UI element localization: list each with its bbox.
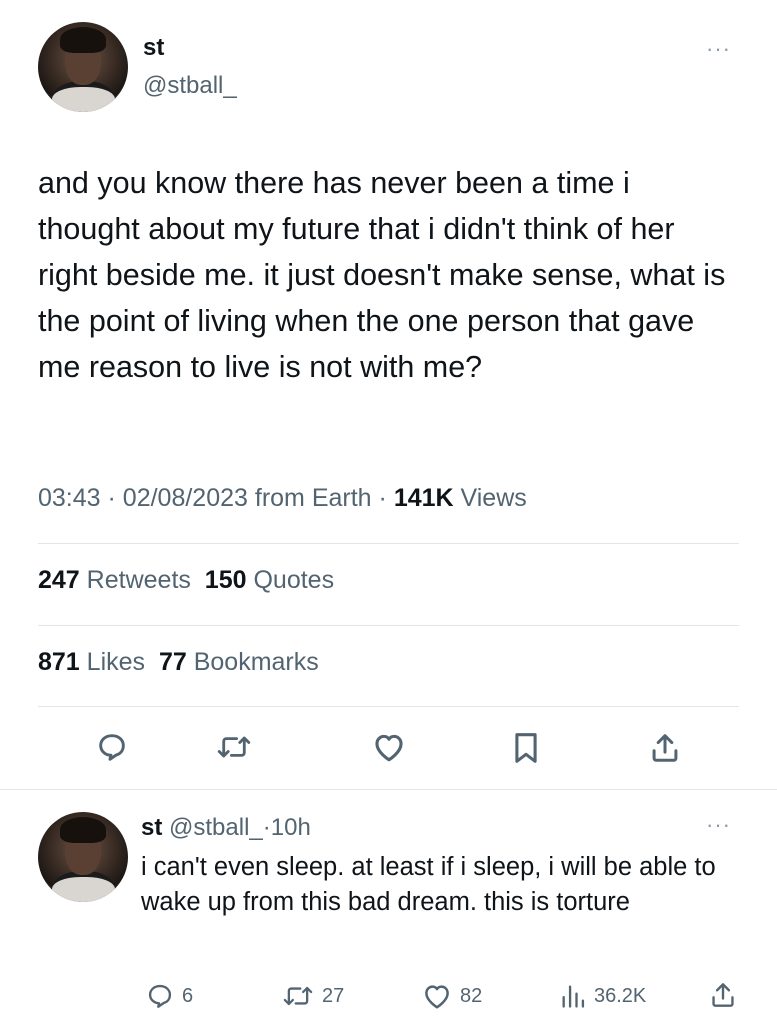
views-count: 141K bbox=[393, 484, 454, 512]
heart-icon bbox=[425, 985, 449, 1009]
views-count: 36.2K bbox=[594, 984, 647, 1007]
bookmark-icon bbox=[515, 733, 537, 763]
reply-button[interactable] bbox=[96, 731, 128, 763]
retweet-button[interactable] bbox=[216, 731, 252, 763]
share-upload-icon bbox=[712, 983, 734, 1007]
retweet-count: 27 bbox=[322, 984, 345, 1007]
author-name[interactable]: st bbox=[141, 814, 162, 841]
bookmark-button[interactable] bbox=[512, 731, 540, 765]
tweet-meta: 03:43 · 02/08/2023 from Earth · 141K Vie… bbox=[38, 484, 527, 512]
share-button[interactable] bbox=[710, 980, 736, 1010]
views-button[interactable]: 36.2K bbox=[560, 982, 646, 1010]
divider bbox=[38, 625, 739, 626]
reply-time[interactable]: 10h bbox=[271, 814, 311, 841]
tweet-date[interactable]: 02/08/2023 bbox=[123, 484, 248, 512]
retweet-arrows-icon bbox=[217, 736, 251, 758]
more-options-icon[interactable]: ··· bbox=[706, 812, 731, 838]
bar-chart-icon bbox=[562, 985, 585, 1008]
more-options-icon[interactable]: ··· bbox=[706, 36, 731, 62]
author-handle[interactable]: @stball_ bbox=[169, 814, 263, 841]
avatar[interactable] bbox=[38, 22, 128, 112]
retweet-arrows-icon bbox=[283, 986, 313, 1006]
likes-stat[interactable]: 871 Likes bbox=[38, 648, 145, 676]
divider bbox=[38, 706, 739, 707]
reply-button[interactable]: 6 bbox=[146, 982, 193, 1010]
engagement-row-1: 247 Retweets 150 Quotes bbox=[38, 566, 334, 595]
retweets-stat[interactable]: 247 Retweets bbox=[38, 566, 191, 594]
speech-bubble-icon bbox=[148, 984, 172, 1008]
avatar[interactable] bbox=[38, 812, 128, 902]
share-button[interactable] bbox=[650, 731, 680, 765]
author-name[interactable]: st bbox=[143, 34, 164, 62]
tweet-source: from Earth bbox=[254, 484, 372, 512]
like-button[interactable]: 82 bbox=[422, 982, 482, 1010]
share-upload-icon bbox=[652, 734, 678, 762]
like-button[interactable] bbox=[372, 731, 406, 763]
heart-icon bbox=[375, 734, 403, 762]
divider bbox=[38, 543, 739, 544]
engagement-row-2: 871 Likes 77 Bookmarks bbox=[38, 648, 319, 677]
divider bbox=[0, 789, 777, 790]
quotes-stat[interactable]: 150 Quotes bbox=[205, 566, 334, 594]
views-label: Views bbox=[460, 484, 527, 512]
reply-header: st @stball_·10h bbox=[141, 814, 311, 841]
reply-count: 6 bbox=[182, 984, 194, 1007]
like-count: 82 bbox=[460, 984, 483, 1007]
reply-text: i can't even sleep. at least if i sleep,… bbox=[141, 853, 716, 916]
retweet-button[interactable]: 27 bbox=[282, 982, 344, 1010]
tweet-text: and you know there has never been a time… bbox=[38, 166, 726, 384]
author-handle[interactable]: @stball_ bbox=[143, 72, 237, 100]
tweet-time[interactable]: 03:43 bbox=[38, 484, 101, 512]
bookmarks-stat[interactable]: 77 Bookmarks bbox=[159, 648, 319, 676]
speech-bubble-icon bbox=[99, 734, 125, 761]
